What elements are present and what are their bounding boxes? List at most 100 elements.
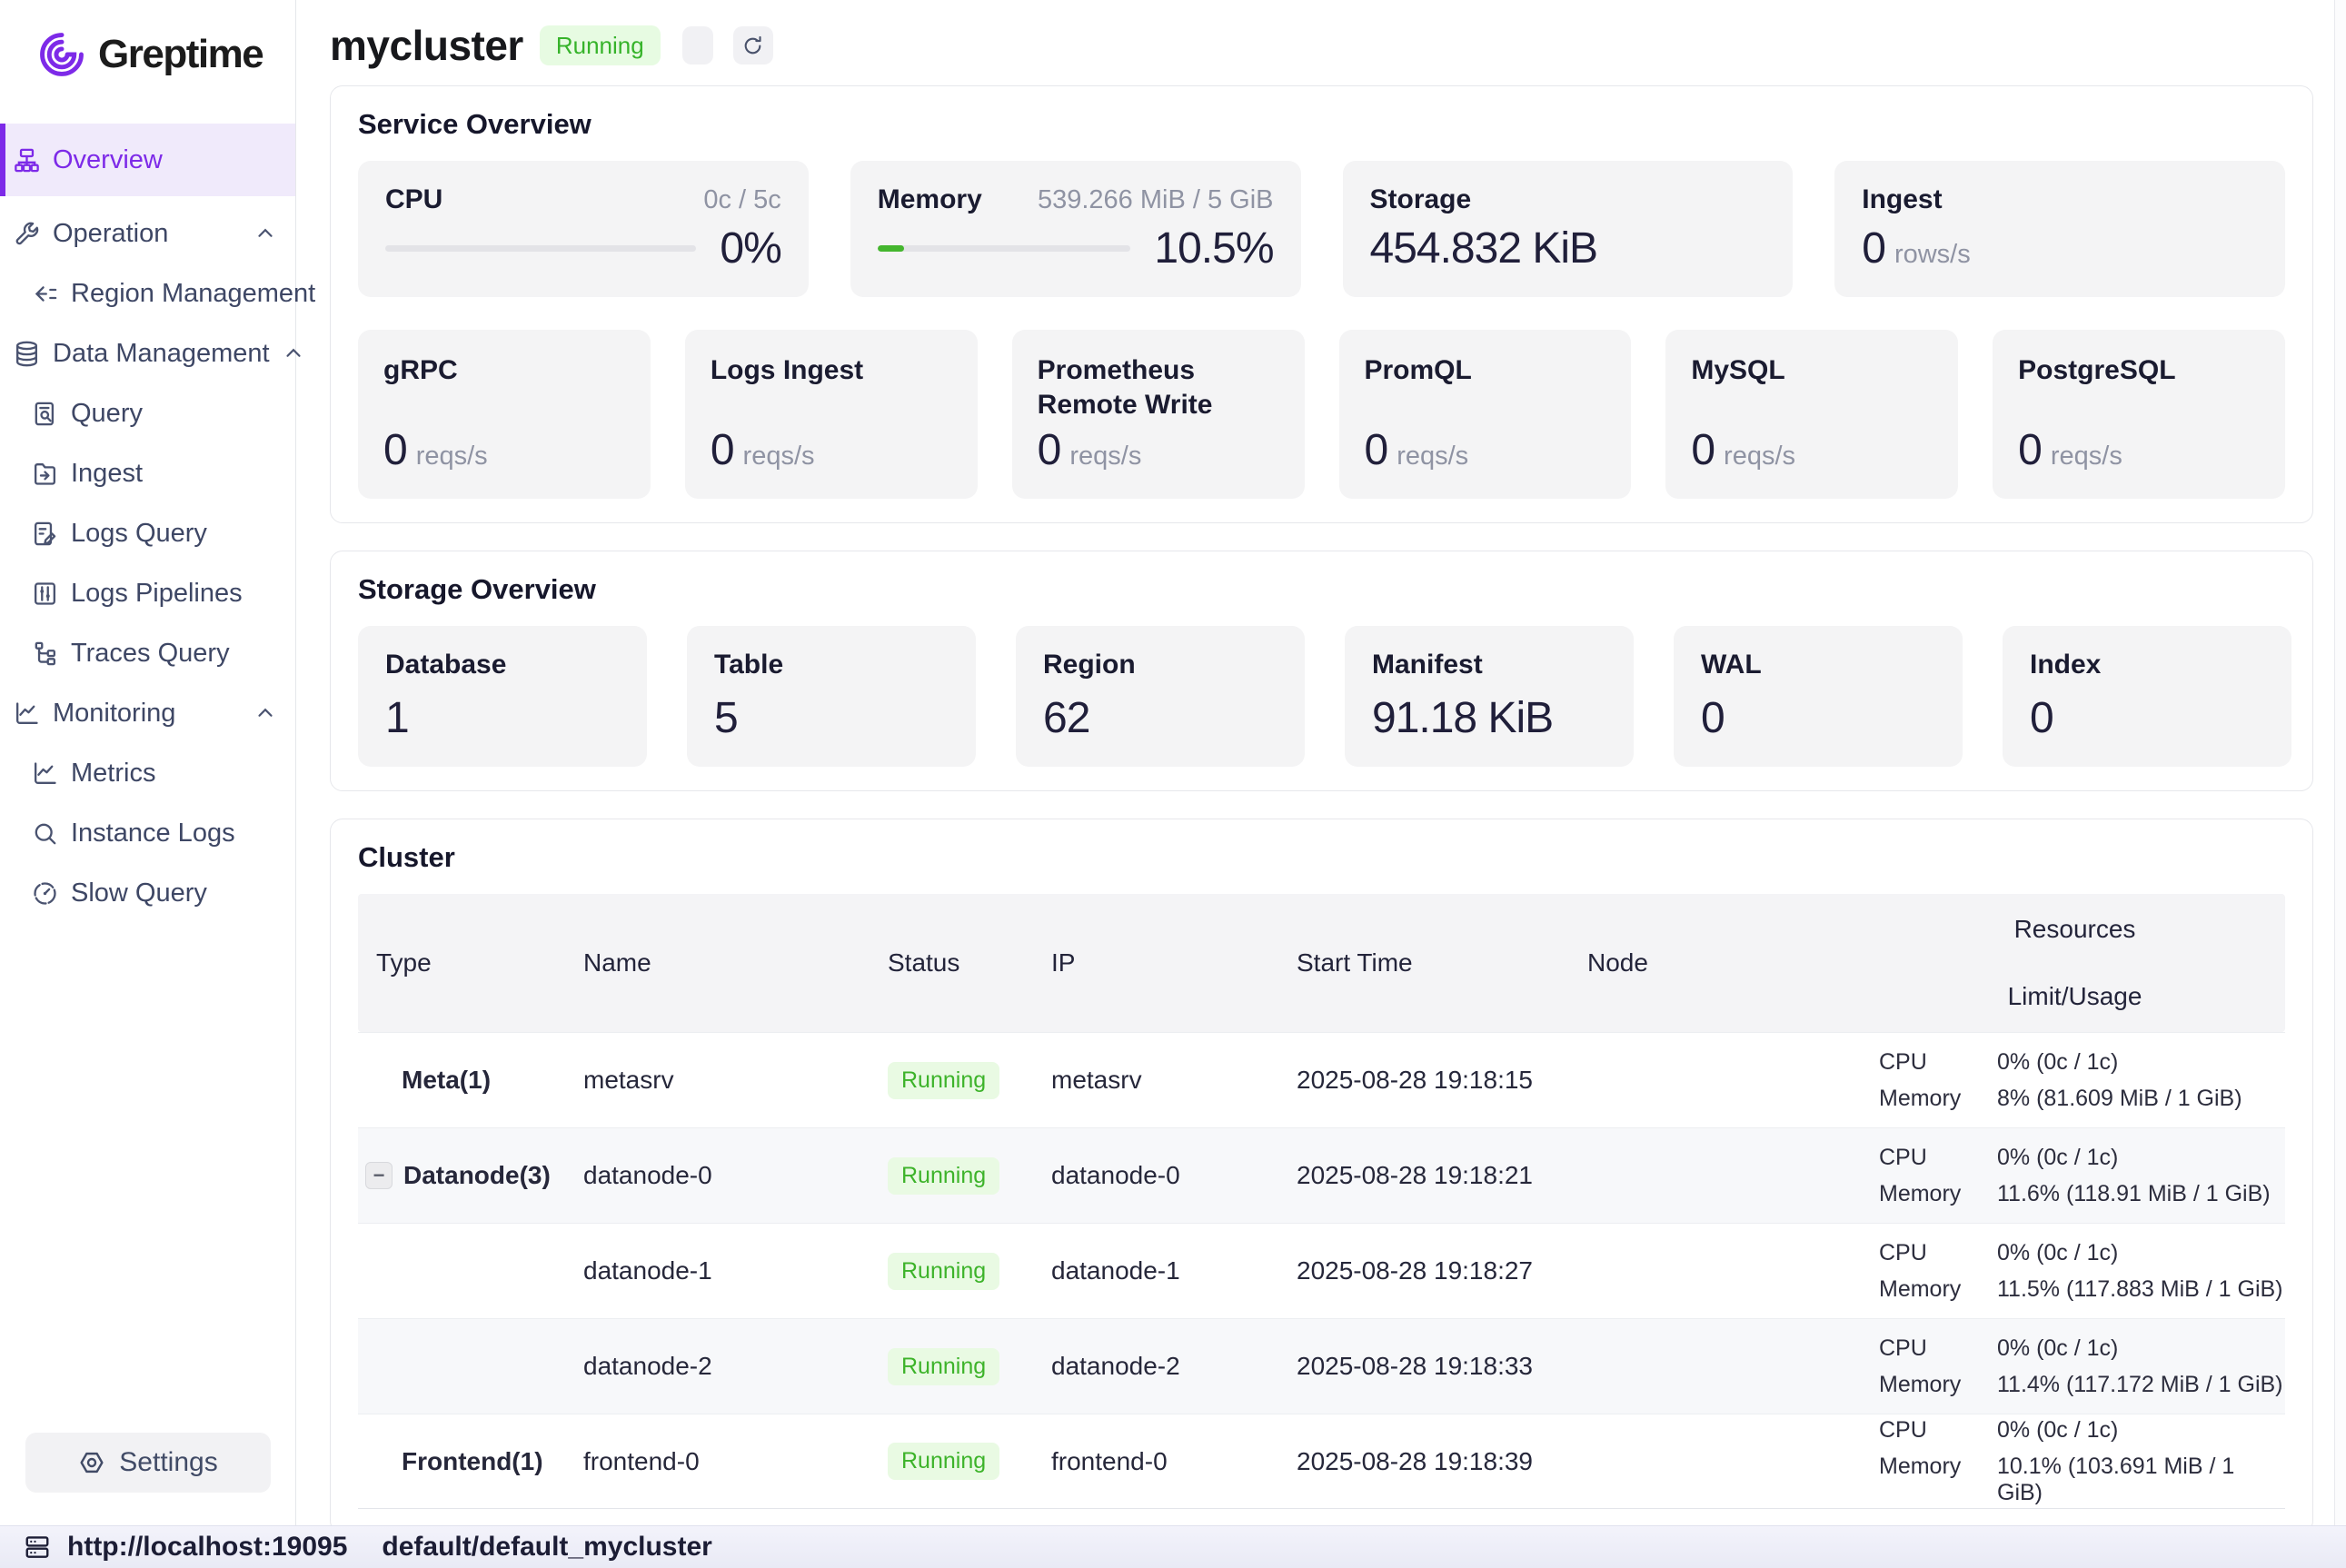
status-cell: Running xyxy=(879,1062,1042,1099)
settings-button[interactable]: Settings xyxy=(25,1433,271,1493)
collapse-button[interactable]: − xyxy=(365,1162,393,1189)
cluster-title: Cluster xyxy=(358,841,2285,874)
status-cell: Running xyxy=(879,1443,1042,1480)
storage-label: Storage xyxy=(1370,184,1472,215)
sidebar-item-traces-query[interactable]: Traces Query xyxy=(0,623,295,683)
sidebar-item-label: Instance Logs xyxy=(71,819,235,849)
table-row: datanode-1 Running datanode-1 2025-08-28… xyxy=(358,1223,2285,1318)
ip-cell: datanode-0 xyxy=(1042,1161,1287,1190)
server-url: http://localhost:19095 xyxy=(67,1532,347,1563)
storage-card: Storage 454.832 KiB xyxy=(1343,161,1794,297)
cpu-label: CPU xyxy=(385,184,442,215)
database-card: Database 1 xyxy=(358,626,647,767)
sidebar-item-label: Logs Pipelines xyxy=(71,579,243,609)
greptime-logo-icon xyxy=(36,29,87,80)
running-badge: Running xyxy=(888,1157,999,1195)
table-row: Frontend(1) frontend-0 Running frontend-… xyxy=(358,1414,2285,1509)
page-title: mycluster xyxy=(330,21,523,70)
resources-cell: CPU0% (0c / 1c) Memory10.1% (103.691 MiB… xyxy=(1864,1417,2285,1506)
col-status: Status xyxy=(879,948,1042,978)
sidebar-item-label: Operation xyxy=(53,219,168,249)
settings-label: Settings xyxy=(119,1447,217,1478)
service-overview-title: Service Overview xyxy=(358,108,2285,141)
metrics-icon xyxy=(31,759,59,788)
name-cell: datanode-0 xyxy=(574,1161,879,1190)
postgresql-card: PostgreSQL 0reqs/s xyxy=(1993,330,2285,499)
index-card: Index 0 xyxy=(2003,626,2291,767)
ingest-value: 0rows/s xyxy=(1862,223,1971,273)
cpu-progress-bar xyxy=(385,245,696,252)
ingest-card: Ingest 0rows/s xyxy=(1834,161,2285,297)
chevron-up-icon[interactable] xyxy=(282,342,305,365)
running-badge: Running xyxy=(888,1253,999,1290)
chevron-up-icon[interactable] xyxy=(253,701,277,725)
refresh-icon xyxy=(741,35,764,57)
sidebar-item-label: Logs Query xyxy=(71,519,207,549)
logs-ingest-card: Logs Ingest 0reqs/s xyxy=(685,330,978,499)
sidebar-item-logs-query[interactable]: Logs Query xyxy=(0,503,295,563)
memory-card: Memory 539.266 MiB / 5 GiB 10.5% xyxy=(850,161,1301,297)
sidebar-item-slow-query[interactable]: Slow Query xyxy=(0,863,295,923)
memory-progress-bar xyxy=(878,245,1131,252)
sidebar-item-label: Monitoring xyxy=(53,699,175,729)
storage-overview-title: Storage Overview xyxy=(358,573,2285,606)
start-time-cell: 2025-08-28 19:18:15 xyxy=(1287,1066,1578,1095)
type-cell: − Datanode(3) xyxy=(358,1161,574,1190)
sidebar-item-ingest[interactable]: Ingest xyxy=(0,443,295,503)
sidebar-item-overview[interactable]: Overview xyxy=(0,124,295,196)
cpu-limit: 0c / 5c xyxy=(703,185,780,215)
sliders-icon xyxy=(31,580,59,608)
main-content: mycluster Running Service Overview CPU 0… xyxy=(297,0,2346,1525)
document-edit-icon xyxy=(31,520,59,548)
status-cell: Running xyxy=(879,1157,1042,1195)
status-cell: Running xyxy=(879,1253,1042,1290)
service-overview-panel: Service Overview CPU 0c / 5c 0% Memory 5… xyxy=(330,85,2313,523)
sidebar-item-query[interactable]: Query xyxy=(0,383,295,443)
col-type: Type xyxy=(358,948,574,978)
ip-cell: datanode-1 xyxy=(1042,1256,1287,1285)
status-bar: http://localhost:19095 default/default_m… xyxy=(0,1525,2346,1568)
manifest-card: Manifest 91.18 KiB xyxy=(1345,626,1634,767)
wrench-icon xyxy=(13,220,41,248)
sidebar-item-label: Metrics xyxy=(71,759,155,789)
header-action-button[interactable] xyxy=(682,26,713,65)
ip-cell: datanode-2 xyxy=(1042,1352,1287,1381)
chevron-up-icon[interactable] xyxy=(253,222,277,245)
region-card: Region 62 xyxy=(1016,626,1305,767)
cluster-table-header: Type Name Status IP Start Time Node Reso… xyxy=(358,894,2285,1032)
sidebar-nav: Overview Operation Region Management xyxy=(0,124,295,1433)
main-scrollbar[interactable] xyxy=(2334,0,2346,1525)
resources-cell: CPU0% (0c / 1c) Memory11.5% (117.883 MiB… xyxy=(1864,1240,2285,1303)
sidebar-item-logs-pipelines[interactable]: Logs Pipelines xyxy=(0,563,295,623)
sidebar-item-metrics[interactable]: Metrics xyxy=(0,743,295,803)
table-card: Table 5 xyxy=(687,626,976,767)
sidebar-item-instance-logs[interactable]: Instance Logs xyxy=(0,803,295,863)
grpc-card: gRPC 0reqs/s xyxy=(358,330,651,499)
tree-icon xyxy=(31,640,59,668)
storage-overview-panel: Storage Overview Database 1 Table 5 Regi… xyxy=(330,551,2313,791)
resources-cell: CPU0% (0c / 1c) Memory11.6% (118.91 MiB … xyxy=(1864,1145,2285,1207)
sidebar-item-label: Query xyxy=(71,399,143,429)
name-cell: metasrv xyxy=(574,1066,879,1095)
promql-card: PromQL 0reqs/s xyxy=(1339,330,1632,499)
sidebar-item-data-management[interactable]: Data Management xyxy=(0,323,295,383)
sidebar-item-label: Traces Query xyxy=(71,639,230,669)
sidebar-item-label: Slow Query xyxy=(71,878,207,908)
memory-percent: 10.5% xyxy=(1154,223,1273,273)
cpu-percent: 0% xyxy=(720,223,780,273)
resources-cell: CPU0% (0c / 1c) Memory11.4% (117.172 MiB… xyxy=(1864,1335,2285,1398)
start-time-cell: 2025-08-28 19:18:21 xyxy=(1287,1161,1578,1190)
memory-limit: 539.266 MiB / 5 GiB xyxy=(1038,185,1274,215)
sidebar-item-operation[interactable]: Operation xyxy=(0,203,295,263)
refresh-button[interactable] xyxy=(733,26,773,65)
resources-cell: CPU0% (0c / 1c) Memory8% (81.609 MiB / 1… xyxy=(1864,1049,2285,1112)
page-header: mycluster Running xyxy=(330,22,2313,69)
start-time-cell: 2025-08-28 19:18:33 xyxy=(1287,1352,1578,1381)
col-name: Name xyxy=(574,948,879,978)
prometheus-remote-write-card: Prometheus Remote Write 0reqs/s xyxy=(1012,330,1305,499)
sidebar-item-monitoring[interactable]: Monitoring xyxy=(0,683,295,743)
running-badge: Running xyxy=(888,1062,999,1099)
col-node: Node xyxy=(1578,948,1864,978)
sidebar-item-region-management[interactable]: Region Management xyxy=(0,263,295,323)
ingest-unit: rows/s xyxy=(1894,240,1971,269)
